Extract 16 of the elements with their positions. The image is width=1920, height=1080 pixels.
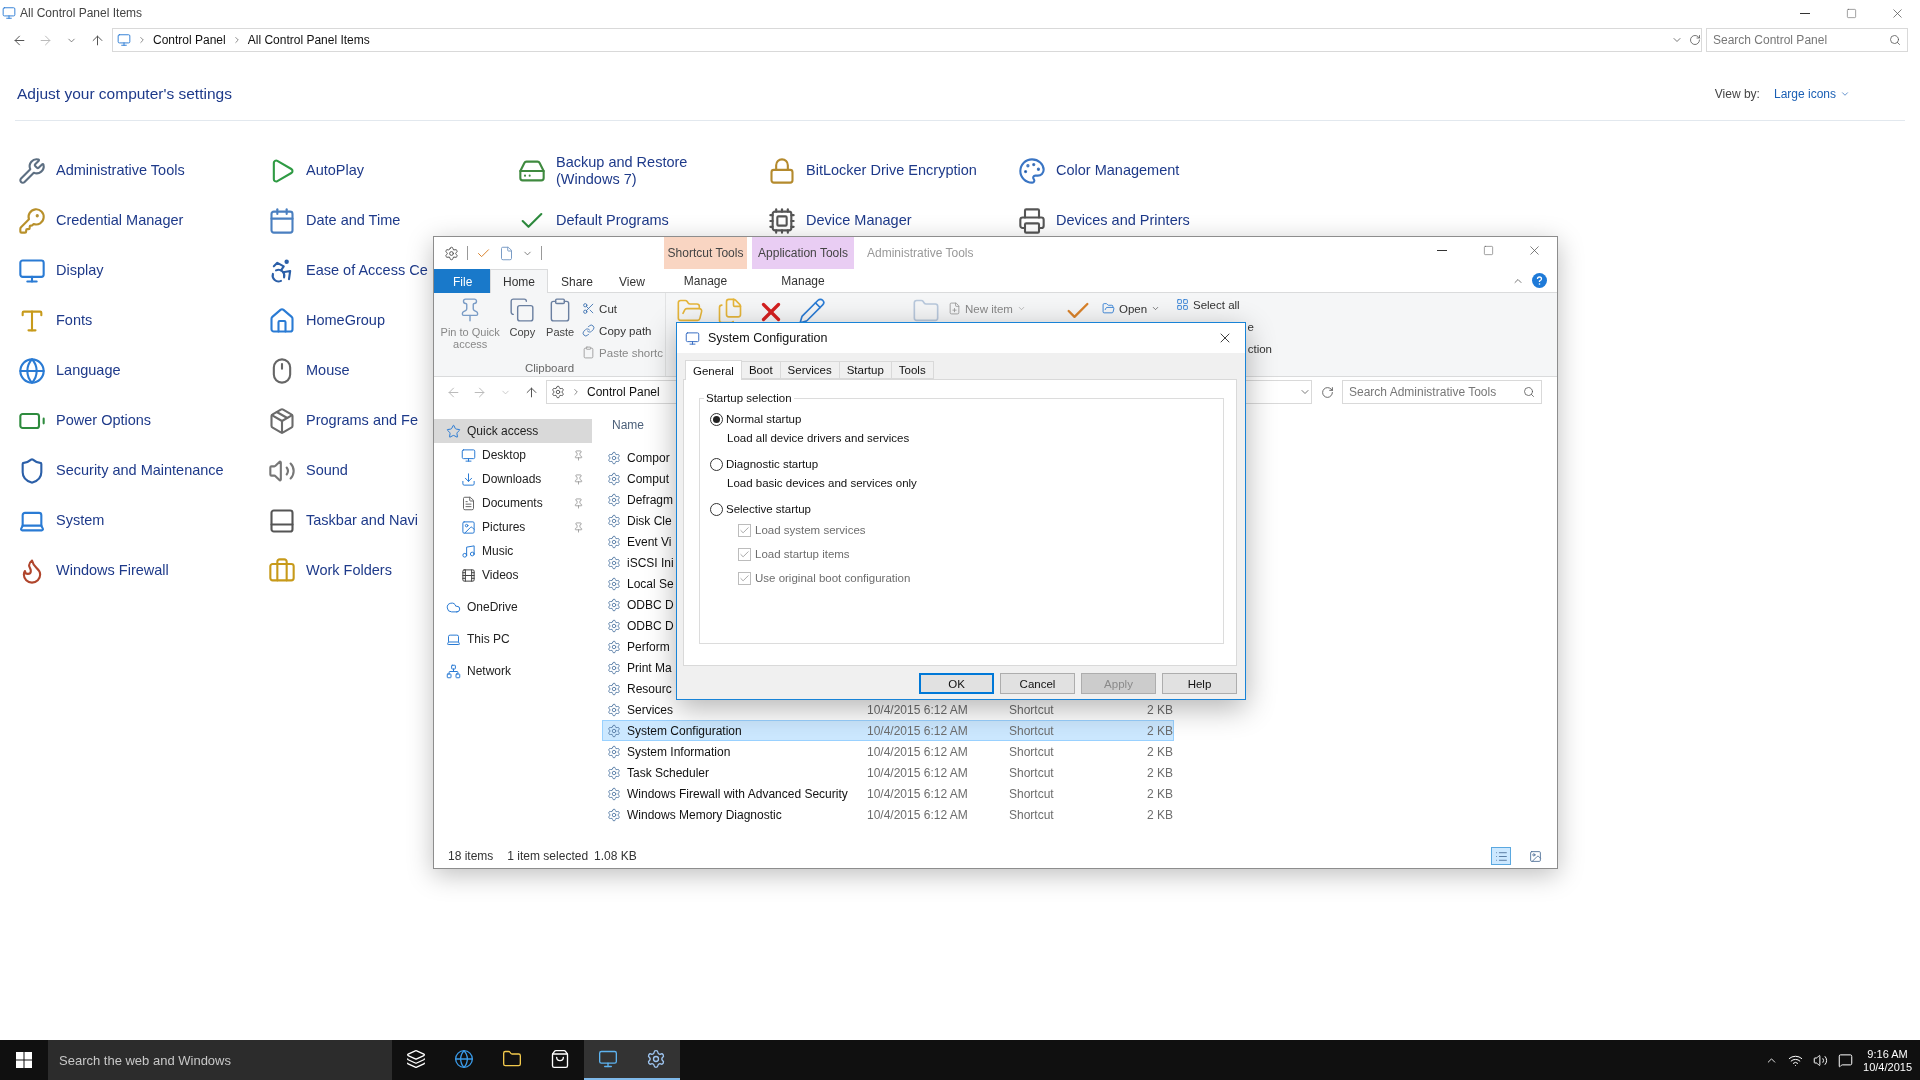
context-tab-header: Application Tools (752, 237, 854, 269)
window-title: All Control Panel Items (20, 6, 143, 20)
option-description: Load all device drivers and services (726, 430, 911, 446)
status-text: 1 item selected (507, 849, 589, 863)
dialog-title: System Configuration (708, 331, 829, 345)
window-title: Administrative Tools (867, 246, 974, 260)
group-label: Startup selection (705, 392, 793, 404)
status-text: 1.08 KB (594, 849, 637, 863)
group-label: Clipboard (524, 362, 575, 376)
option-description: Load basic devices and services only (726, 475, 918, 491)
clock-date: 10/4/2015 (1863, 1060, 1912, 1073)
view-by-label: View by: (1714, 87, 1760, 101)
context-tab-header: Shortcut Tools (664, 237, 747, 269)
clock-time: 9:16 AM (1867, 1047, 1908, 1060)
page-heading: Adjust your computer's settings (17, 85, 232, 103)
status-text: 18 items (448, 849, 494, 863)
